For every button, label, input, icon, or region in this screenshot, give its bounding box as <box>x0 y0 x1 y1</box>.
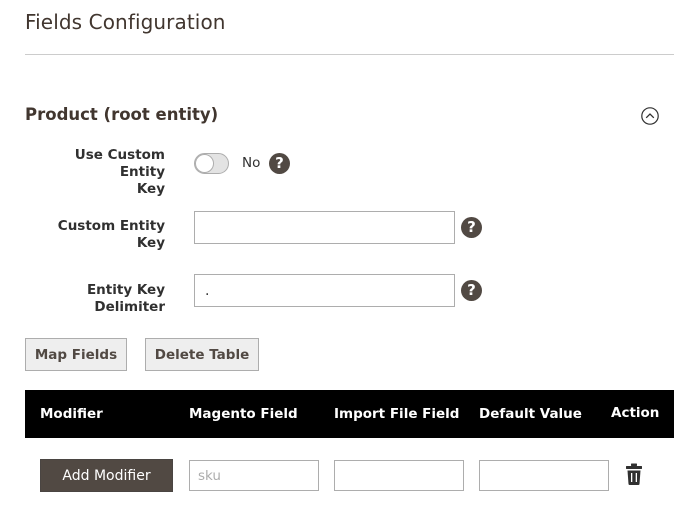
divider <box>25 54 674 55</box>
column-header-action: Action <box>611 405 660 421</box>
help-icon[interactable]: ? <box>269 153 290 174</box>
toggle-state-text: No <box>242 155 261 171</box>
table-header: Modifier Magento Field Import File Field… <box>25 390 674 438</box>
entity-key-delimiter-label: Entity Key Delimiter <box>86 282 165 315</box>
label-line-1: Use Custom Entity <box>74 147 165 180</box>
default-value-input[interactable] <box>479 460 609 491</box>
use-custom-entity-key-toggle[interactable] <box>194 153 229 174</box>
column-header-modifier: Modifier <box>40 406 103 422</box>
column-header-magento-field: Magento Field <box>189 406 298 422</box>
trash-icon[interactable] <box>624 462 644 486</box>
page-title: Fields Configuration <box>25 10 226 34</box>
help-icon[interactable]: ? <box>461 217 482 238</box>
delete-table-button[interactable]: Delete Table <box>145 338 259 371</box>
custom-entity-key-label: Custom Entity Key <box>57 218 165 251</box>
toggle-knob <box>195 154 214 173</box>
custom-entity-key-input[interactable] <box>194 211 455 244</box>
column-header-default-value: Default Value <box>479 406 582 422</box>
column-header-import-file-field: Import File Field <box>334 406 460 422</box>
chevron-up-icon[interactable] <box>641 107 659 125</box>
section-title: Product (root entity) <box>25 105 219 124</box>
label-line-2: Key <box>136 181 165 197</box>
entity-key-delimiter-input[interactable] <box>194 274 455 307</box>
magento-field-input[interactable] <box>189 460 319 491</box>
map-fields-button[interactable]: Map Fields <box>25 338 127 371</box>
use-custom-entity-key-label: Use Custom Entity Key <box>25 147 165 198</box>
import-file-field-input[interactable] <box>334 460 464 491</box>
help-icon[interactable]: ? <box>461 280 482 301</box>
add-modifier-button[interactable]: Add Modifier <box>40 459 173 492</box>
